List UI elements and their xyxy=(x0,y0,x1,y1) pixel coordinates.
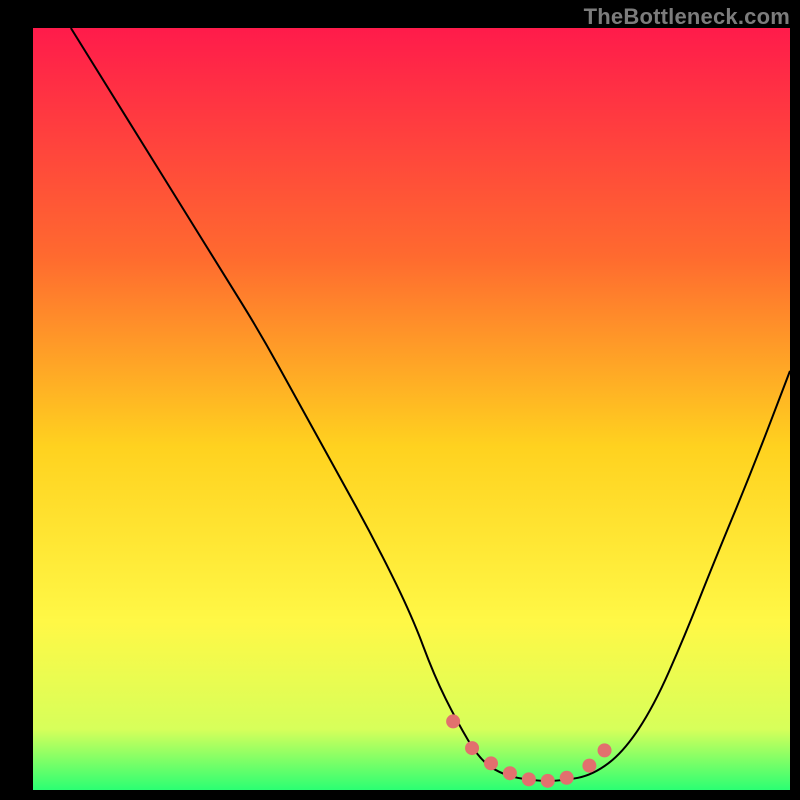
optimum-marker xyxy=(598,743,612,757)
optimum-marker xyxy=(582,759,596,773)
optimum-marker xyxy=(484,756,498,770)
plot-background xyxy=(33,28,790,790)
optimum-marker xyxy=(522,772,536,786)
chart-frame: TheBottleneck.com xyxy=(0,0,800,800)
watermark-text: TheBottleneck.com xyxy=(584,4,790,30)
optimum-marker xyxy=(465,741,479,755)
optimum-marker xyxy=(541,774,555,788)
optimum-marker xyxy=(446,714,460,728)
optimum-marker xyxy=(560,771,574,785)
optimum-marker xyxy=(503,766,517,780)
bottleneck-chart xyxy=(0,0,800,800)
